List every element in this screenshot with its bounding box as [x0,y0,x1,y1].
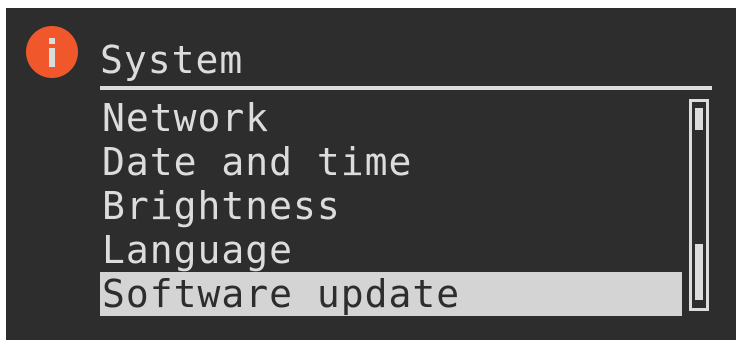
info-icon [26,26,78,78]
menu-item-software-update[interactable]: Software update [100,272,682,316]
menu-item-language[interactable]: Language [100,228,682,272]
settings-menu: Network Date and time Brightness Languag… [100,96,682,316]
screen-title: System [100,38,244,82]
scrollbar[interactable] [689,99,709,311]
menu-item-date-and-time[interactable]: Date and time [100,140,682,184]
device-screen: System Network Date and time Brightness … [6,8,736,340]
menu-item-brightness[interactable]: Brightness [100,184,682,228]
scrollbar-top-marker [695,108,703,130]
title-divider [100,86,712,90]
scrollbar-thumb[interactable] [695,244,703,300]
menu-item-network[interactable]: Network [100,96,682,140]
